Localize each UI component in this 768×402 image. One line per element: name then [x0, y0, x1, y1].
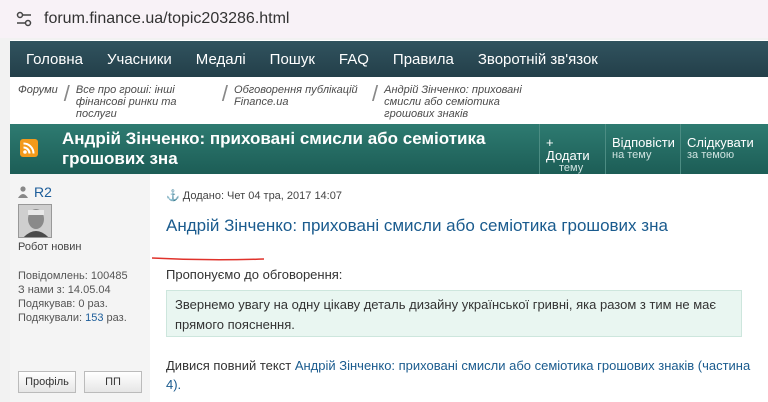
rss-icon[interactable] — [20, 139, 38, 157]
breadcrumb-item-forums[interactable]: Форуми — [18, 84, 58, 96]
breadcrumb-label[interactable]: Андрій Зінченко: приховані смисли або се… — [384, 84, 524, 120]
breadcrumb-label[interactable]: Форуми — [18, 84, 58, 96]
breadcrumb-separator: / — [372, 81, 379, 106]
site-settings-icon[interactable] — [16, 11, 32, 27]
breadcrumb-separator: / — [63, 81, 70, 106]
nav-medals[interactable]: Медалі — [196, 51, 246, 68]
thanked-by-suffix: раз. — [103, 312, 127, 324]
new-topic-label: + Додати — [546, 135, 590, 163]
breadcrumb-item-money[interactable]: / Все про гроші: інші фінансові ринки та… — [58, 81, 216, 121]
watch-label: Слідкувати — [687, 135, 754, 150]
profile-button[interactable]: Профіль — [18, 371, 76, 393]
reply-label: Відповісти — [612, 135, 675, 150]
red-underline-mark — [152, 257, 264, 261]
post-date: ⚓ Додано: Чет 04 тра, 2017 14:07 — [166, 189, 342, 202]
avatar[interactable] — [18, 204, 52, 238]
read-more-prefix: Дивися повний текст — [166, 358, 295, 373]
watch-topic-button[interactable]: Слідкувати за темою — [680, 124, 768, 174]
author-stats: Повідомлень: 100485 З нами з: 14.05.04 П… — [18, 269, 128, 325]
joined-date: З нами з: 14.05.04 — [18, 284, 111, 296]
watch-sublabel: за темою — [687, 149, 735, 161]
thanked-count: Подякував: 0 раз. — [18, 298, 108, 310]
nav-home[interactable]: Головна — [26, 51, 83, 68]
post-body: ⚓ Додано: Чет 04 тра, 2017 14:07 Андрій … — [152, 174, 756, 402]
read-more: Дивися повний текст Андрій Зінченко: при… — [166, 356, 756, 394]
author-rank: Робот новин — [18, 241, 82, 253]
anchor-icon[interactable]: ⚓ — [166, 190, 180, 202]
topic-header: Андрій Зінченко: приховані смисли або се… — [10, 124, 768, 174]
new-topic-button[interactable]: + Додати тему — [539, 124, 605, 174]
breadcrumb-item-topic[interactable]: / Андрій Зінченко: приховані смисли або … — [366, 81, 524, 121]
breadcrumb-label[interactable]: Обговорення публікацій Finance.ua — [234, 84, 366, 108]
user-icon — [18, 186, 28, 198]
breadcrumb-separator: / — [221, 81, 229, 106]
thanked-by-link[interactable]: 153 — [85, 312, 103, 324]
url-text[interactable]: forum.finance.ua/topic203286.html — [44, 10, 289, 28]
breadcrumb-item-discussion[interactable]: / Обговорення публікацій Finance.ua — [216, 81, 366, 109]
reply-sublabel: на тему — [612, 149, 652, 161]
thanked-by-label: Подякували: — [18, 312, 83, 324]
thanked-by: Подякували: 153 раз. — [18, 311, 128, 325]
breadcrumb: Форуми / Все про гроші: інші фінансові р… — [18, 81, 524, 121]
post-quote: Звернемо увагу на одну цікаву деталь диз… — [166, 290, 742, 337]
breadcrumb-label[interactable]: Все про гроші: інші фінансові ринки та п… — [76, 84, 216, 120]
reply-button[interactable]: Відповісти на тему — [605, 124, 680, 174]
main-nav: Головна Учасники Медалі Пошук FAQ Правил… — [10, 41, 768, 77]
nav-rules[interactable]: Правила — [393, 51, 454, 68]
browser-address-bar[interactable]: forum.finance.ua/topic203286.html — [0, 0, 768, 38]
nav-faq[interactable]: FAQ — [339, 51, 369, 68]
post-intro: Пропонуємо до обговорення: — [166, 267, 343, 282]
post-date-text: Додано: Чет 04 тра, 2017 14:07 — [182, 190, 342, 202]
author-name[interactable]: R2 — [34, 184, 52, 200]
nav-feedback[interactable]: Зворотній зв'язок — [478, 51, 598, 68]
pm-button[interactable]: ПП — [84, 371, 142, 393]
posts-count: Повідомлень: 100485 — [18, 270, 128, 282]
nav-members[interactable]: Учасники — [107, 51, 172, 68]
post-author-panel: R2 Робот новин Повідомлень: 100485 З нам… — [10, 174, 150, 402]
forum-page: Головна Учасники Медалі Пошук FAQ Правил… — [10, 40, 768, 402]
nav-search[interactable]: Пошук — [270, 51, 315, 68]
topic-title: Андрій Зінченко: приховані смисли або се… — [62, 129, 486, 168]
post-title[interactable]: Андрій Зінченко: приховані смисли або се… — [166, 215, 746, 236]
